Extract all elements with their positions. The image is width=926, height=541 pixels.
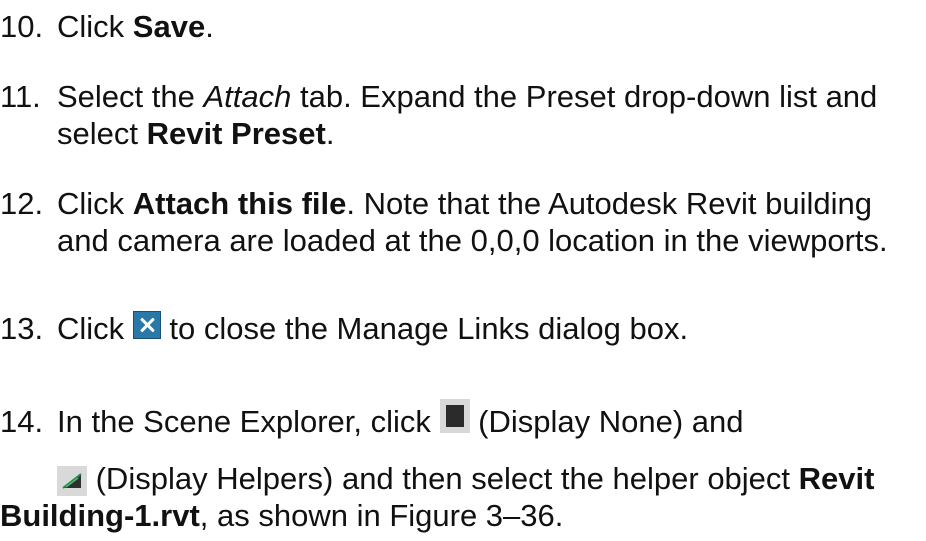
step-14-last-line: Building-1.rvt, as shown in Figure 3–36. [0,498,564,533]
step-14-continued: (Display Helpers) and then select the he… [57,460,874,497]
step-number: 12. [0,186,44,221]
step-number: 13. [0,311,44,346]
close-icon [132,310,161,339]
step-number: 10. [0,9,44,44]
display-helpers-icon [57,465,87,496]
step-number: 14. [0,404,44,439]
display-none-icon [439,398,470,433]
step-number: 11. [0,79,41,114]
